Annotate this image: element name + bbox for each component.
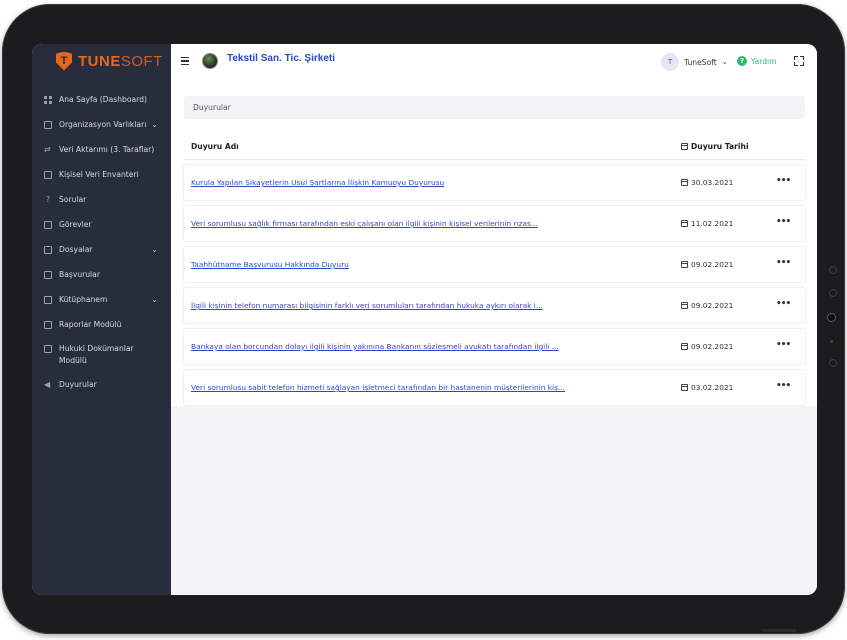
legal-docs-icon: [44, 345, 52, 353]
more-options-icon[interactable]: •••: [776, 217, 791, 227]
applications-icon: [44, 271, 52, 279]
user-menu[interactable]: T TuneSoft ⌄: [661, 53, 728, 71]
sidebar-item-announcements[interactable]: ◀ Duyurular: [32, 379, 171, 391]
breadcrumb: Duyurular: [184, 96, 805, 119]
announcement-date: 09.02.2021: [681, 342, 733, 351]
more-options-icon[interactable]: •••: [776, 299, 791, 309]
main-area: Tekstil San. Tic. Şirketi T TuneSoft ⌄ ?…: [171, 44, 817, 595]
tablet-camera: [827, 313, 836, 322]
help-icon: ?: [737, 56, 747, 66]
sidebar-item-data-transfer[interactable]: ⇄ Veri Aktarımı (3. Taraflar): [32, 144, 171, 156]
megaphone-icon: ◀: [44, 380, 51, 389]
user-name: TuneSoft: [684, 57, 717, 67]
tablet-mic: [830, 340, 833, 343]
calendar-icon: [681, 384, 688, 391]
announcement-date: 09.02.2021: [681, 260, 733, 269]
announcement-date: 09.02.2021: [681, 301, 733, 310]
shield-logo-icon: T: [56, 51, 72, 71]
help-button[interactable]: ? Yardım: [737, 56, 777, 66]
calendar-icon: [681, 179, 688, 186]
more-options-icon[interactable]: •••: [776, 176, 791, 186]
calendar-icon: [681, 302, 688, 309]
app-screen: T TUNESOFT Ana Sayfa (Dashboard) Organiz…: [32, 44, 817, 595]
table-row: Kurula Yapılan Şikayetlerin Usul Şartlar…: [184, 165, 805, 200]
library-icon: [44, 296, 52, 304]
table-header: Duyuru Adı Duyuru Tarihi: [184, 134, 805, 160]
avatar: T: [661, 53, 679, 71]
sidebar-item-legal-docs[interactable]: Hukuki Dokümanlar Modülü: [32, 343, 171, 367]
tablet-sensor: [829, 266, 837, 274]
sidebar-item-applications[interactable]: Başvurular: [32, 269, 171, 281]
sidebar-nav: Ana Sayfa (Dashboard) Organizasyon Varlı…: [32, 90, 171, 391]
sidebar-item-reports[interactable]: Raporlar Modülü: [32, 319, 171, 331]
brand-name: TUNESOFT: [78, 52, 163, 70]
transfer-icon: ⇄: [44, 145, 51, 154]
top-bar: Tekstil San. Tic. Şirketi T TuneSoft ⌄ ?…: [171, 44, 817, 81]
announcement-link[interactable]: İlgili kişinin telefon numarası bilgisin…: [191, 301, 543, 310]
menu-toggle-icon[interactable]: [181, 57, 189, 65]
fullscreen-icon[interactable]: [794, 56, 804, 66]
company-avatar: [202, 53, 218, 69]
announcement-date: 11.02.2021: [681, 219, 733, 228]
brand-logo[interactable]: T TUNESOFT: [56, 50, 163, 72]
folder-icon: [44, 246, 52, 254]
table-row: Veri sorumlusu sağlık firması tarafından…: [184, 206, 805, 241]
organization-icon: [44, 121, 52, 129]
table-row: Bankaya olan borcundan dolayı ilgili kiş…: [184, 329, 805, 364]
sidebar: T TUNESOFT Ana Sayfa (Dashboard) Organiz…: [32, 44, 171, 595]
tablet-frame: T TUNESOFT Ana Sayfa (Dashboard) Organiz…: [2, 4, 845, 634]
tablet-sensor: [829, 359, 837, 367]
announcement-list: Kurula Yapılan Şikayetlerin Usul Şartlar…: [184, 165, 805, 411]
tablet-sensor: [829, 289, 837, 297]
announcement-link[interactable]: Veri sorumlusu sabit telefon hizmeti sağ…: [191, 383, 565, 392]
chevron-down-icon: ⌄: [151, 120, 158, 129]
company-name[interactable]: Tekstil San. Tic. Şirketi: [227, 53, 335, 64]
announcement-date: 30.03.2021: [681, 178, 733, 187]
announcement-link[interactable]: Kurula Yapılan Şikayetlerin Usul Şartlar…: [191, 178, 444, 187]
announcement-link[interactable]: Veri sorumlusu sağlık firması tarafından…: [191, 219, 538, 228]
chevron-down-icon: ⌄: [151, 295, 158, 304]
calendar-icon: [681, 261, 688, 268]
tablet-button: [762, 629, 796, 632]
tasks-icon: [44, 221, 52, 229]
announcement-date: 03.02.2021: [681, 383, 733, 392]
table-row: Taahhütname Başvurusu Hakkında Duyuru 09…: [184, 247, 805, 282]
more-options-icon[interactable]: •••: [776, 258, 791, 268]
announcement-link[interactable]: Taahhütname Başvurusu Hakkında Duyuru: [191, 260, 349, 269]
table-row: Veri sorumlusu sabit telefon hizmeti sağ…: [184, 370, 805, 405]
announcement-link[interactable]: Bankaya olan borcundan dolayı ilgili kiş…: [191, 342, 559, 351]
chevron-down-icon: ⌄: [151, 245, 158, 254]
question-icon: ?: [45, 195, 51, 204]
more-options-icon[interactable]: •••: [776, 340, 791, 350]
sidebar-item-questions[interactable]: ? Sorular: [32, 194, 171, 206]
calendar-icon: [681, 343, 688, 350]
sidebar-item-inventory[interactable]: Kişisel Veri Envanteri: [32, 169, 171, 181]
calendar-icon: [681, 143, 688, 150]
calendar-icon: [681, 220, 688, 227]
column-header-name: Duyuru Adı: [191, 142, 239, 151]
inventory-icon: [44, 171, 52, 179]
sidebar-item-organization[interactable]: Organizasyon Varlıkları ⌄: [32, 119, 171, 131]
chevron-down-icon: ⌄: [721, 58, 728, 66]
sidebar-item-tasks[interactable]: Görevler: [32, 219, 171, 231]
more-options-icon[interactable]: •••: [776, 381, 791, 391]
sidebar-item-dashboard[interactable]: Ana Sayfa (Dashboard): [32, 94, 171, 106]
help-label: Yardım: [751, 56, 777, 66]
column-header-date: Duyuru Tarihi: [681, 142, 749, 151]
sidebar-item-library[interactable]: Kütüphanem ⌄: [32, 294, 171, 306]
dashboard-icon: [44, 96, 52, 104]
table-row: İlgili kişinin telefon numarası bilgisin…: [184, 288, 805, 323]
sidebar-item-files[interactable]: Dosyalar ⌄: [32, 244, 171, 256]
reports-icon: [44, 321, 52, 329]
